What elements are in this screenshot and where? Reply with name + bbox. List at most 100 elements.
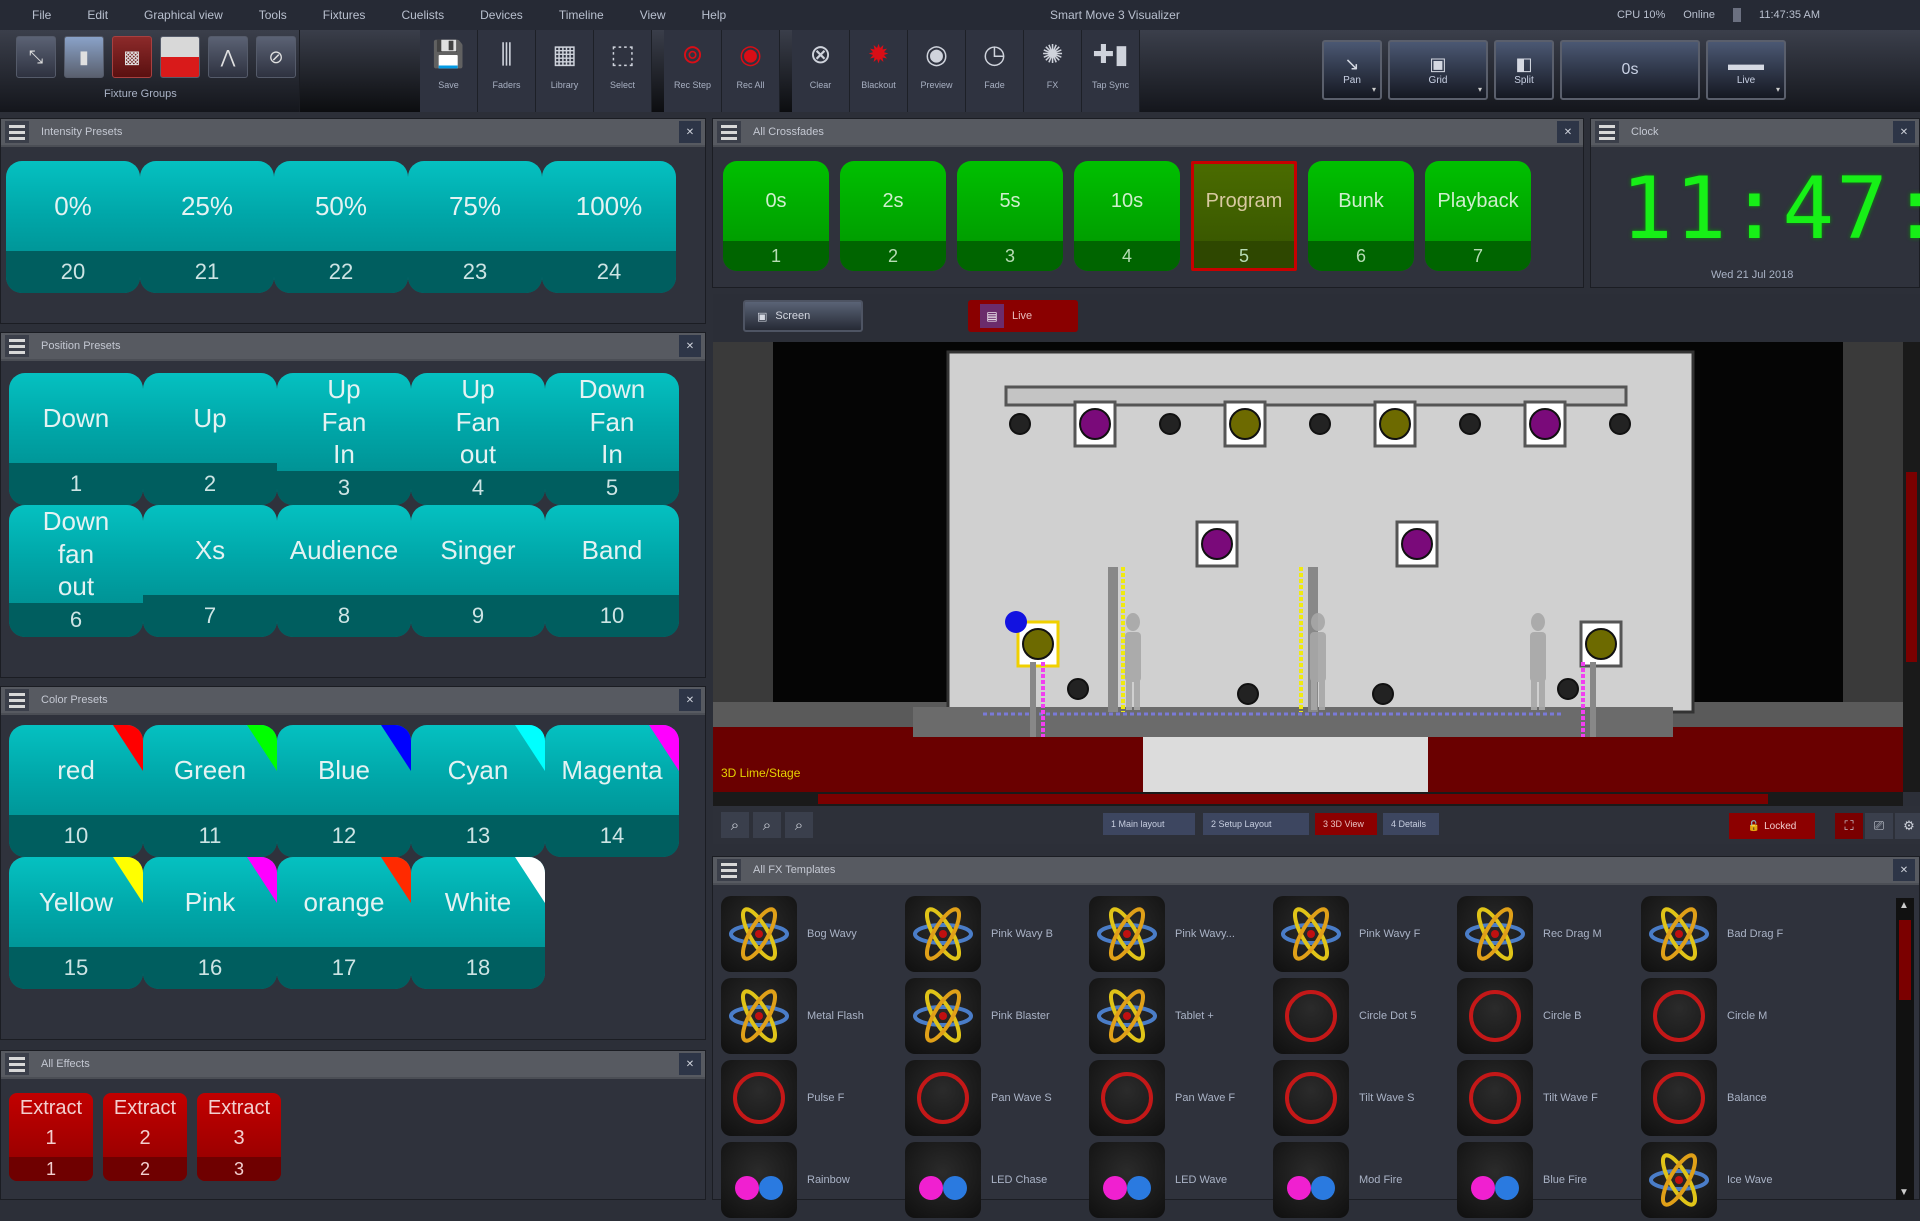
preview-button[interactable]: ◉ Preview xyxy=(908,30,966,112)
toolbar-right-button-grid[interactable]: ▣ Grid ▾ xyxy=(1388,40,1488,100)
close-icon[interactable]: ✕ xyxy=(679,689,701,711)
par-fixture[interactable] xyxy=(1557,678,1579,700)
moving-head-fixture[interactable] xyxy=(1223,400,1267,448)
fx-template-item[interactable]: Bad Drag F xyxy=(1641,893,1823,975)
hamburger-icon[interactable] xyxy=(717,859,741,881)
fx-template-item[interactable]: LED Chase xyxy=(905,1139,1087,1221)
preset-button[interactable]: 75% 23 xyxy=(408,161,542,293)
preset-button[interactable]: Down fan out 6 xyxy=(9,505,143,637)
fx-template-item[interactable]: Circle Dot 5 xyxy=(1273,975,1455,1057)
close-icon[interactable]: ✕ xyxy=(679,121,701,143)
hamburger-icon[interactable] xyxy=(5,335,29,357)
fx-template-item[interactable]: Blue Fire xyxy=(1457,1139,1639,1221)
fx-template-item[interactable]: Pan Wave S xyxy=(905,1057,1087,1139)
preset-button[interactable]: Green 11 xyxy=(143,725,277,857)
library-button[interactable]: ▦ Library xyxy=(536,30,594,112)
fx-template-item[interactable]: Tilt Wave S xyxy=(1273,1057,1455,1139)
gobo-icon[interactable]: ⋀ xyxy=(208,36,248,78)
faders-button[interactable]: ⫼ Faders xyxy=(478,30,536,112)
preset-button[interactable]: Up 2 xyxy=(143,373,277,505)
menu-item-devices[interactable]: Devices xyxy=(462,8,541,22)
preset-button[interactable]: Pink 16 xyxy=(143,857,277,989)
hamburger-icon[interactable] xyxy=(5,689,29,711)
fx-template-item[interactable]: LED Wave xyxy=(1089,1139,1271,1221)
preset-button[interactable]: Magenta 14 xyxy=(545,725,679,857)
menu-item-timeline[interactable]: Timeline xyxy=(541,8,622,22)
preset-button[interactable]: Band 10 xyxy=(545,505,679,637)
preset-button[interactable]: red 10 xyxy=(9,725,143,857)
fullscreen-icon[interactable]: ⛶ xyxy=(1835,813,1863,839)
fx-template-item[interactable]: Circle M xyxy=(1641,975,1823,1057)
toolbar-right-button-pan[interactable]: ↘ Pan ▾ xyxy=(1322,40,1382,100)
move-icon[interactable]: ⤡ xyxy=(16,36,56,78)
stage-visualizer[interactable]: 3D Lime/Stage xyxy=(713,342,1903,792)
moving-head-fixture[interactable] xyxy=(1309,413,1331,435)
preset-button[interactable]: White 18 xyxy=(411,857,545,989)
fx-template-item[interactable]: Metal Flash xyxy=(721,975,903,1057)
preset-button[interactable]: Audience 8 xyxy=(277,505,411,637)
layout-tab[interactable]: 1 Main layout xyxy=(1103,813,1195,835)
menu-item-help[interactable]: Help xyxy=(684,8,745,22)
color-icon[interactable] xyxy=(160,36,200,78)
fx-template-item[interactable]: Pan Wave F xyxy=(1089,1057,1271,1139)
crossfade-button[interactable]: 10s 4 xyxy=(1074,161,1180,271)
zoom-fit-icon[interactable]: ⌕ xyxy=(785,812,813,838)
par-fixture[interactable] xyxy=(1237,683,1259,705)
fx-template-item[interactable]: Bog Wavy xyxy=(721,893,903,975)
close-icon[interactable]: ✕ xyxy=(1893,121,1915,143)
fade-button[interactable]: ◷ Fade xyxy=(966,30,1024,112)
crossfade-button[interactable]: Bunk 6 xyxy=(1308,161,1414,271)
effect-button[interactable]: Extract 3 3 xyxy=(197,1093,281,1181)
preset-button[interactable]: Blue 12 xyxy=(277,725,411,857)
moving-head-fixture[interactable] xyxy=(1073,400,1117,448)
close-icon[interactable]: ✕ xyxy=(679,1053,701,1075)
layout-tab[interactable]: 4 Details xyxy=(1383,813,1439,835)
beam-icon[interactable]: ⊘ xyxy=(256,36,296,78)
screen-button[interactable]: ▣ Screen xyxy=(743,300,863,332)
moving-head-fixture[interactable] xyxy=(1579,620,1623,668)
lock-button[interactable]: 🔓 Locked xyxy=(1729,813,1815,839)
camera-icon[interactable]: ⎚ xyxy=(1865,813,1893,839)
close-icon[interactable]: ✕ xyxy=(1893,859,1915,881)
hamburger-icon[interactable] xyxy=(5,121,29,143)
moving-head-fixture[interactable] xyxy=(1609,413,1631,435)
fx-template-item[interactable]: Pink Wavy B xyxy=(905,893,1087,975)
toolbar-right-button-live[interactable]: ▬▬ Live ▾ xyxy=(1706,40,1786,100)
fx-template-item[interactable]: Pink Wavy... xyxy=(1089,893,1271,975)
scrollbar-thumb[interactable] xyxy=(1906,472,1917,662)
par-fixture[interactable] xyxy=(1067,678,1089,700)
moving-head-fixture[interactable] xyxy=(1009,413,1031,435)
zoom-in-icon[interactable]: ⌕ xyxy=(721,812,749,838)
preset-button[interactable]: Up Fan In 3 xyxy=(277,373,411,505)
scrollbar-thumb[interactable] xyxy=(1899,920,1911,1000)
effect-button[interactable]: Extract 2 2 xyxy=(103,1093,187,1181)
preset-button[interactable]: 50% 22 xyxy=(274,161,408,293)
fx-template-item[interactable]: Pulse F xyxy=(721,1057,903,1139)
menu-item-view[interactable]: View xyxy=(622,8,684,22)
menu-item-cuelists[interactable]: Cuelists xyxy=(383,8,462,22)
blackout-button[interactable]: ✹ Blackout xyxy=(850,30,908,112)
hamburger-icon[interactable] xyxy=(717,121,741,143)
preset-button[interactable]: 25% 21 xyxy=(140,161,274,293)
moving-head-fixture[interactable] xyxy=(1373,400,1417,448)
preset-button[interactable]: Singer 9 xyxy=(411,505,545,637)
moving-head-fixture[interactable] xyxy=(1459,413,1481,435)
fx-template-item[interactable]: Ice Wave xyxy=(1641,1139,1823,1221)
menu-item-tools[interactable]: Tools xyxy=(241,8,305,22)
moving-head-fixture[interactable] xyxy=(1159,413,1181,435)
save-button[interactable]: 💾 Save xyxy=(420,30,478,112)
menu-item-graphical-view[interactable]: Graphical view xyxy=(126,8,241,22)
moving-head-fixture[interactable] xyxy=(1395,520,1439,568)
scrollbar-thumb[interactable] xyxy=(818,794,1768,804)
moving-head-fixture[interactable] xyxy=(1195,520,1239,568)
preset-button[interactable]: 100% 24 xyxy=(542,161,676,293)
fx-template-item[interactable]: Mod Fire xyxy=(1273,1139,1455,1221)
crossfade-button[interactable]: 2s 2 xyxy=(840,161,946,271)
par-fixture[interactable] xyxy=(1372,683,1394,705)
fx-templates-scrollbar[interactable]: ▲ ▼ xyxy=(1896,898,1914,1200)
preset-button[interactable]: Cyan 13 xyxy=(411,725,545,857)
select-button[interactable]: ⬚ Select xyxy=(594,30,652,112)
preset-button[interactable]: Up Fan out 4 xyxy=(411,373,545,505)
fx-template-item[interactable]: Rainbow xyxy=(721,1139,903,1221)
fx-template-item[interactable]: Balance xyxy=(1641,1057,1823,1139)
